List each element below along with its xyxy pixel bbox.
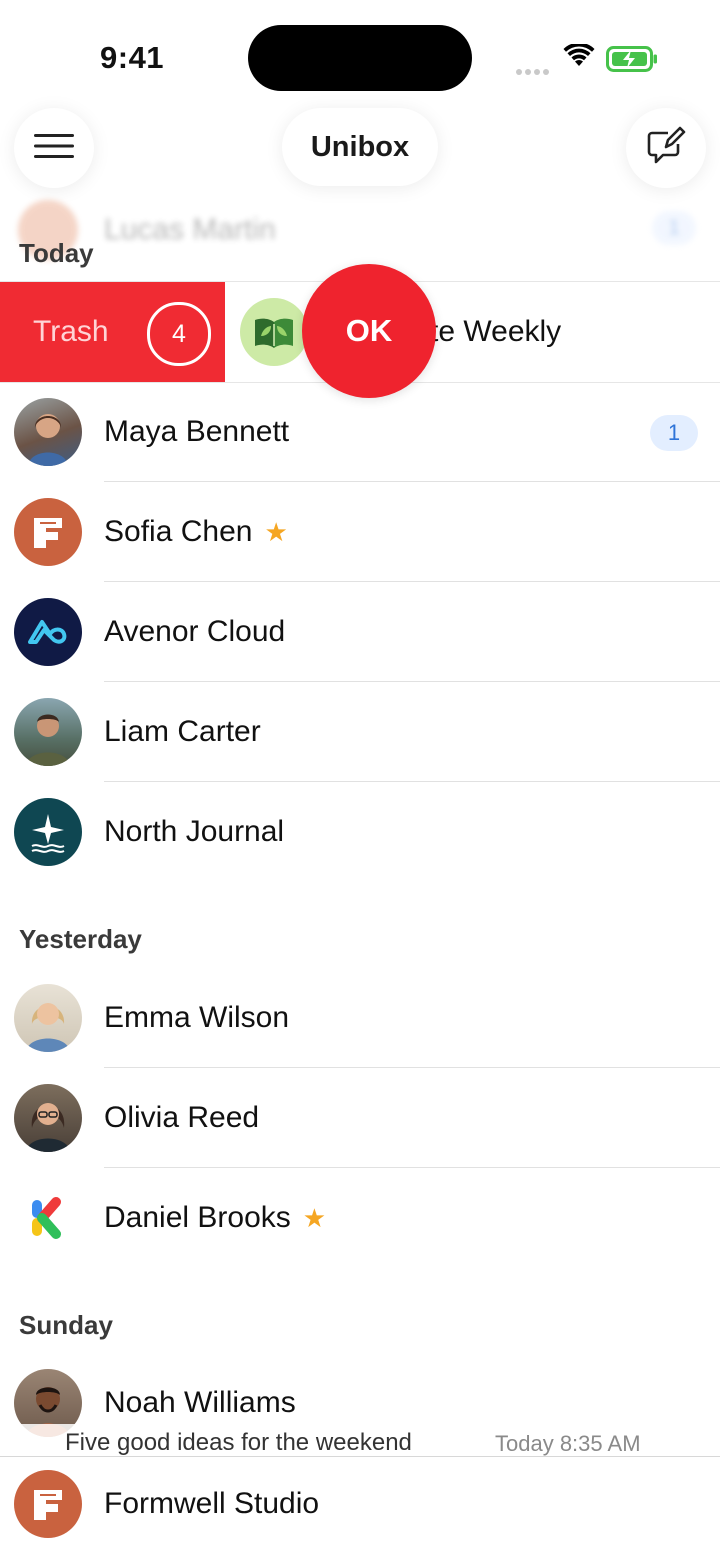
list-item[interactable]: Olivia Reed [0, 1068, 720, 1168]
sender-name-text: Daniel Brooks [104, 1201, 291, 1234]
status-time: 9:41 [100, 40, 165, 75]
star-icon: ★ [264, 517, 288, 547]
message-preview-bar[interactable]: Five good ideas for the weekend Today 8:… [0, 1424, 720, 1457]
section-header-today: Today [19, 238, 94, 268]
nav-bar: Unibox [0, 108, 720, 188]
sender-name: te Weekly [430, 315, 562, 348]
menu-button[interactable] [14, 108, 94, 188]
sender-name: Noah Williams [104, 1386, 296, 1419]
sender-name: Olivia Reed [104, 1101, 260, 1134]
book-icon [240, 298, 308, 366]
list-item[interactable]: Liam Carter [0, 682, 720, 782]
unread-badge: 1 [650, 415, 698, 451]
avenor-cloud-logo-icon [14, 598, 82, 666]
trash-count-badge: 4 [147, 302, 211, 366]
trash-label: Trash [33, 315, 109, 348]
compose-button[interactable] [626, 108, 706, 188]
status-bar: 9:41 [0, 0, 720, 110]
avatar [14, 398, 82, 466]
list-item[interactable]: Sofia Chen ★ [0, 482, 720, 582]
sender-name: Liam Carter [104, 715, 261, 748]
list-item[interactable]: Avenor Cloud [0, 582, 720, 682]
hamburger-icon [34, 133, 74, 164]
sender-name: North Journal [104, 815, 285, 848]
list-item[interactable]: North Journal [0, 782, 720, 882]
avatar [14, 984, 82, 1052]
ok-confirm-button[interactable]: OK [302, 264, 436, 398]
formwell-logo-icon [14, 498, 82, 566]
sender-name: Formwell Studio [104, 1487, 320, 1520]
sender-name: Lucas Martin [104, 213, 276, 246]
list-item-blurred: Lucas Martin 1 [0, 195, 720, 265]
list-item[interactable]: Formwell Studio [0, 1454, 720, 1554]
avatar [14, 1084, 82, 1152]
section-header-yesterday: Yesterday [19, 924, 142, 954]
wifi-icon [563, 42, 595, 73]
avatar [14, 698, 82, 766]
section-header-sunday: Sunday [19, 1310, 113, 1340]
formwell-logo-icon [14, 1470, 82, 1538]
compose-icon [646, 126, 686, 171]
sender-name: Emma Wilson [104, 1001, 290, 1034]
preview-subject: Five good ideas for the weekend [65, 1429, 412, 1456]
list-item[interactable]: Maya Bennett 1 [0, 382, 720, 482]
sender-name: Daniel Brooks ★ [104, 1201, 326, 1235]
star-icon: ★ [302, 1203, 327, 1233]
sender-name-text: Sofia Chen [104, 515, 253, 548]
sender-name: Sofia Chen ★ [104, 515, 288, 549]
list-item[interactable]: Daniel Brooks ★ [0, 1168, 720, 1268]
signal-icon [516, 62, 552, 80]
unread-badge: 1 [652, 211, 696, 245]
mailbox-title[interactable]: Unibox [282, 108, 438, 186]
k-logo-icon [14, 1184, 82, 1252]
sender-name: Avenor Cloud [104, 615, 286, 648]
north-journal-logo-icon [14, 798, 82, 866]
list-item[interactable]: Emma Wilson [0, 968, 720, 1068]
dynamic-island [248, 25, 472, 91]
sender-name: Maya Bennett [104, 415, 290, 448]
trash-action-button[interactable]: Trash 4 [0, 282, 225, 382]
battery-icon [606, 46, 658, 77]
